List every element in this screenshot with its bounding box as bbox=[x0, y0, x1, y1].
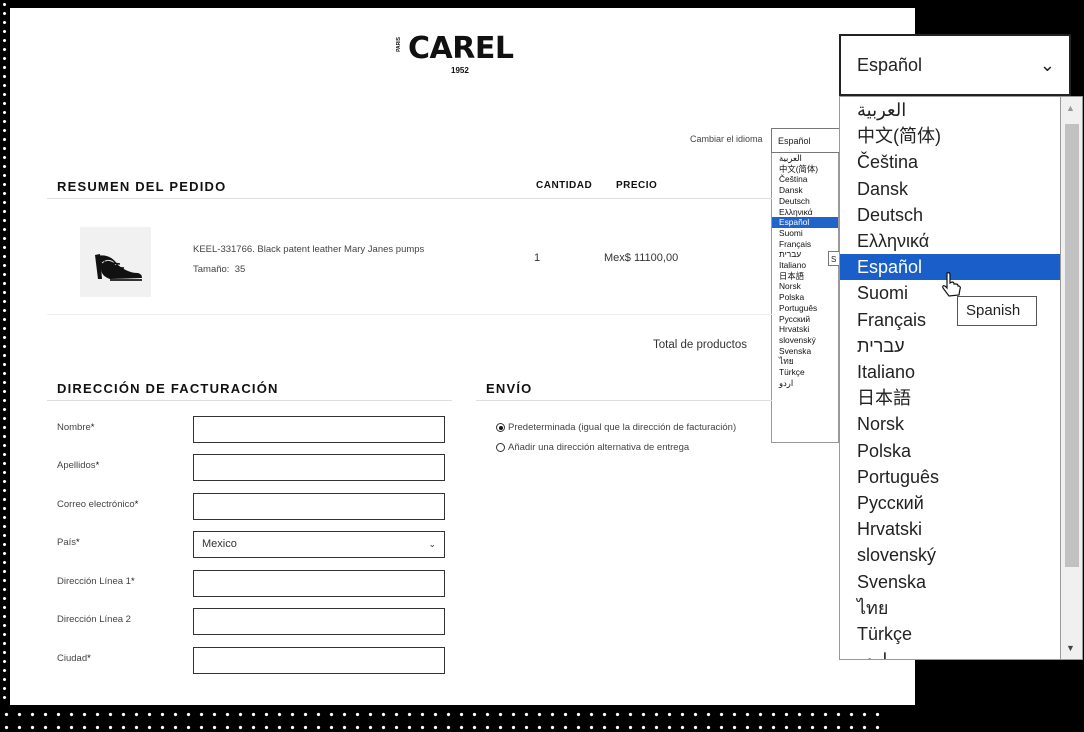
language-option[interactable]: Svenska bbox=[840, 569, 1065, 595]
product-name: KEEL-331766. Black patent leather Mary J… bbox=[193, 244, 425, 255]
product-quantity: 1 bbox=[534, 252, 541, 264]
language-option[interactable]: 中文(简体) bbox=[840, 123, 1065, 149]
language-option[interactable]: Dansk bbox=[772, 185, 838, 196]
language-dropdown-list-zoomed: العربية 中文(简体) Čeština Dansk Deutsch Ελληνικά… bbox=[839, 96, 1065, 660]
language-option[interactable]: Português bbox=[772, 303, 838, 314]
language-label: Cambiar el idioma bbox=[690, 134, 763, 144]
language-option[interactable]: Polska bbox=[772, 292, 838, 303]
product-thumbnail[interactable] bbox=[80, 227, 151, 297]
email-label: Correo electrónico* bbox=[57, 499, 139, 510]
first-name-label: Nombre* bbox=[57, 422, 95, 433]
language-option[interactable]: اردو bbox=[772, 378, 838, 389]
language-option[interactable]: Deutsch bbox=[772, 196, 838, 207]
language-option[interactable]: slovenský bbox=[772, 335, 838, 346]
email-input[interactable] bbox=[193, 493, 445, 520]
scroll-down-icon[interactable]: ▼ bbox=[1066, 643, 1075, 653]
shipping-option-label: Predeterminada (igual que la dirección d… bbox=[508, 422, 737, 433]
pointer-cursor-icon bbox=[942, 272, 961, 297]
language-option[interactable]: Türkçe bbox=[772, 367, 838, 378]
dropdown-scrollbar[interactable]: ▲ ▼ bbox=[1060, 96, 1083, 660]
dotted-border-bottom bbox=[0, 708, 885, 732]
products-total-label: Total de productos bbox=[653, 339, 747, 351]
logo-wordmark: CAREL bbox=[408, 31, 514, 66]
scrollbar-thumb[interactable] bbox=[1065, 124, 1079, 567]
city-input[interactable] bbox=[193, 647, 445, 674]
shipping-heading: ENVÍO bbox=[486, 381, 533, 396]
language-option[interactable]: Français bbox=[772, 239, 838, 250]
language-option[interactable]: Norsk bbox=[772, 281, 838, 292]
shipping-divider bbox=[476, 400, 772, 401]
language-tooltip: Spanish bbox=[957, 296, 1037, 326]
language-option[interactable]: Čeština bbox=[772, 174, 838, 185]
product-price: Mex$ 11100,00 bbox=[604, 252, 679, 264]
country-select[interactable]: Mexico ⌄ bbox=[193, 531, 445, 558]
last-name-label: Apellidos* bbox=[57, 460, 100, 471]
language-option[interactable]: Čeština bbox=[840, 149, 1065, 175]
shipping-option-label: Añadir una dirección alternativa de entr… bbox=[508, 442, 690, 453]
language-option[interactable]: 中文(简体) bbox=[772, 164, 838, 175]
language-option[interactable]: עברית bbox=[840, 333, 1065, 359]
language-option[interactable]: Português bbox=[840, 464, 1065, 490]
billing-heading: DIRECCIÓN DE FACTURACIÓN bbox=[57, 381, 279, 396]
logo-side-text: PARIS bbox=[396, 37, 402, 52]
shoe-image bbox=[95, 254, 142, 281]
language-dropdown-list: العربية 中文(简体) Čeština Dansk Deutsch Ελληνικά… bbox=[771, 153, 839, 443]
country-value: Mexico bbox=[202, 538, 237, 550]
language-option[interactable]: العربية bbox=[772, 153, 838, 164]
address-line2-input[interactable] bbox=[193, 608, 445, 635]
radio-checked-icon[interactable] bbox=[496, 423, 505, 432]
language-option[interactable]: Italiano bbox=[840, 359, 1065, 385]
order-header-divider bbox=[47, 198, 772, 199]
language-option[interactable]: العربية bbox=[840, 97, 1065, 123]
dotted-border-left bbox=[0, 0, 9, 700]
price-column-header: PRECIO bbox=[616, 180, 658, 191]
shipping-option-alternate[interactable]: Añadir una dirección alternativa de entr… bbox=[496, 442, 689, 453]
language-option[interactable]: Suomi bbox=[772, 228, 838, 239]
language-selected-value: Español bbox=[857, 55, 923, 75]
language-option[interactable]: Русский bbox=[840, 490, 1065, 516]
language-option[interactable]: Русский bbox=[772, 314, 838, 325]
order-row-divider bbox=[47, 314, 772, 315]
language-option[interactable]: Dansk bbox=[840, 176, 1065, 202]
language-option[interactable]: slovenský bbox=[840, 542, 1065, 568]
shipping-option-default[interactable]: Predeterminada (igual que la dirección d… bbox=[496, 422, 736, 433]
language-option[interactable]: 日本語 bbox=[840, 385, 1065, 411]
address-line2-label: Dirección Línea 2 bbox=[57, 614, 131, 625]
language-option[interactable]: Deutsch bbox=[840, 202, 1065, 228]
language-option[interactable]: Svenska bbox=[772, 346, 838, 357]
last-name-input[interactable] bbox=[193, 454, 445, 481]
checkout-page: PARIS CAREL 1952 Cambiar el idioma Españ… bbox=[10, 8, 915, 705]
language-option[interactable]: Türkçe bbox=[840, 621, 1065, 647]
language-option[interactable]: Norsk bbox=[840, 411, 1065, 437]
logo-year: 1952 bbox=[451, 66, 469, 75]
language-option[interactable]: Hrvatski bbox=[772, 324, 838, 335]
billing-divider bbox=[47, 400, 452, 401]
radio-unchecked-icon[interactable] bbox=[496, 443, 505, 452]
city-label: Ciudad* bbox=[57, 653, 91, 664]
language-option[interactable]: 日本語 bbox=[772, 271, 838, 282]
language-option[interactable]: Ελληνικά bbox=[772, 207, 838, 218]
address-line1-label: Dirección Línea 1* bbox=[57, 576, 135, 587]
language-option[interactable]: Español bbox=[772, 217, 838, 228]
first-name-input[interactable] bbox=[193, 416, 445, 443]
chevron-down-icon: ⌄ bbox=[1039, 55, 1055, 75]
brand-logo[interactable]: PARIS CAREL 1952 bbox=[396, 34, 536, 80]
country-label: País* bbox=[57, 537, 80, 548]
scroll-up-icon[interactable]: ▲ bbox=[1066, 103, 1075, 113]
size-value: 35 bbox=[234, 264, 246, 275]
language-option[interactable]: Polska bbox=[840, 438, 1065, 464]
language-option[interactable]: اردو bbox=[840, 647, 1065, 659]
language-select-zoomed[interactable]: Español ⌄ bbox=[839, 34, 1071, 96]
language-option[interactable]: ไทย bbox=[840, 595, 1065, 621]
language-option[interactable]: Hrvatski bbox=[840, 516, 1065, 542]
address-line1-input[interactable] bbox=[193, 570, 445, 597]
product-size: Tamaño: 35 bbox=[193, 264, 245, 275]
chevron-down-icon: ⌄ bbox=[428, 539, 436, 549]
order-summary-heading: RESUMEN DEL PEDIDO bbox=[57, 179, 227, 194]
size-label: Tamaño: bbox=[193, 264, 230, 275]
language-option[interactable]: Ελληνικά bbox=[840, 228, 1065, 254]
language-option[interactable]: ไทย bbox=[772, 356, 838, 367]
quantity-column-header: CANTIDAD bbox=[536, 180, 593, 191]
